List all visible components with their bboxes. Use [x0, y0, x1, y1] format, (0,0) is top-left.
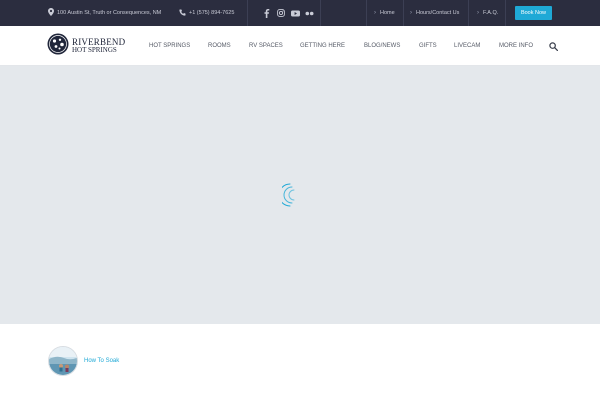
- post-thumbnail[interactable]: [48, 346, 78, 376]
- location-pin-icon: [48, 8, 54, 18]
- address-item[interactable]: 100 Austin St, Truth or Consequences, NM: [48, 0, 161, 26]
- loading-spinner-icon: [278, 183, 296, 207]
- chevron-right-icon: ›: [374, 10, 376, 16]
- topbar-link-label: Hours/Contact Us: [416, 10, 460, 16]
- topbar-divider: [247, 0, 248, 26]
- search-icon[interactable]: [549, 26, 558, 66]
- topbar-divider: [403, 0, 404, 26]
- topbar-divider: [505, 0, 506, 26]
- logo-emblem-icon: [47, 33, 69, 60]
- nav-item-hot-springs[interactable]: HOT SPRINGS: [149, 26, 190, 66]
- post-title-link[interactable]: How To Soak: [84, 358, 119, 364]
- logo-line-1: RIVERBEND: [72, 37, 126, 47]
- instagram-icon[interactable]: [275, 7, 287, 19]
- phone-item[interactable]: +1 (575) 894-7625: [179, 0, 234, 26]
- topbar-link-faq[interactable]: › F.A.Q.: [477, 0, 498, 26]
- topbar-divider: [366, 0, 367, 26]
- chevron-right-icon: ›: [410, 10, 412, 16]
- phone-text: +1 (575) 894-7625: [189, 10, 235, 16]
- post-teaser[interactable]: How To Soak: [48, 346, 119, 376]
- hero-slider: [0, 66, 600, 324]
- topbar-link-label: F.A.Q.: [483, 10, 499, 16]
- top-bar: 100 Austin St, Truth or Consequences, NM…: [0, 0, 600, 26]
- book-now-button[interactable]: Book Now: [515, 6, 552, 20]
- topbar-link-hours-contact[interactable]: › Hours/Contact Us: [410, 0, 459, 26]
- nav-item-getting-here[interactable]: GETTING HERE: [300, 26, 345, 66]
- youtube-icon[interactable]: [289, 7, 301, 19]
- topbar-link-label: Home: [380, 10, 395, 16]
- logo-wordmark: RIVERBEND HOT SPRINGS: [72, 37, 126, 55]
- topbar-divider: [320, 0, 321, 26]
- chevron-right-icon: ›: [477, 10, 479, 16]
- main-navbar: RIVERBEND HOT SPRINGS HOT SPRINGS ROOMS …: [0, 26, 600, 66]
- facebook-icon[interactable]: [261, 7, 273, 19]
- nav-item-gifts[interactable]: GIFTS: [419, 26, 437, 66]
- topbar-divider: [468, 0, 469, 26]
- nav-item-more-info[interactable]: MORE INFO: [499, 26, 533, 66]
- nav-item-rooms[interactable]: ROOMS: [208, 26, 231, 66]
- site-logo[interactable]: RIVERBEND HOT SPRINGS: [47, 33, 126, 60]
- logo-line-2: HOT SPRINGS: [72, 46, 117, 54]
- phone-icon: [179, 9, 186, 18]
- topbar-link-home[interactable]: › Home: [374, 0, 395, 26]
- nav-item-blog-news[interactable]: BLOG/NEWS: [364, 26, 400, 66]
- flickr-icon[interactable]: [303, 7, 315, 19]
- nav-item-rv-spaces[interactable]: RV SPACES: [249, 26, 283, 66]
- address-text: 100 Austin St, Truth or Consequences, NM: [57, 10, 162, 16]
- nav-item-livecam[interactable]: LIVECAM: [454, 26, 480, 66]
